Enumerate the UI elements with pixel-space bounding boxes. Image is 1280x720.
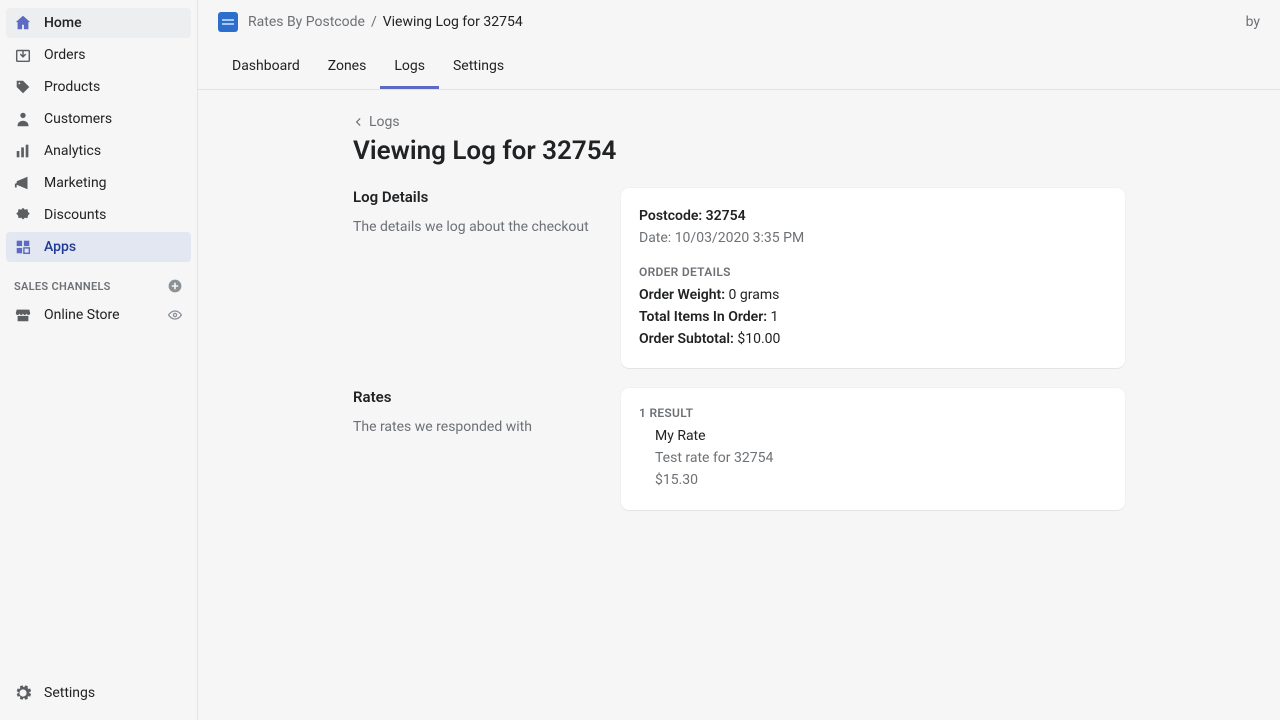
- add-channel-button[interactable]: [167, 278, 183, 294]
- sidebar-item-discounts[interactable]: Discounts: [6, 200, 191, 230]
- sidebar-item-label: Marketing: [44, 175, 107, 191]
- sidebar-item-products[interactable]: Products: [6, 72, 191, 102]
- breadcrumb-app[interactable]: Rates By Postcode: [248, 14, 365, 30]
- app-icon: [218, 12, 238, 32]
- sidebar-item-label: Apps: [44, 239, 76, 255]
- rate-item: My Rate Test rate for 32754 $15.30: [639, 426, 1107, 491]
- sidebar-item-label: Customers: [44, 111, 112, 127]
- log-details-card: Postcode: 32754 Date: 10/03/2020 3:35 PM…: [621, 188, 1125, 368]
- sidebar-item-home[interactable]: Home: [6, 8, 191, 38]
- inbox-icon: [14, 46, 32, 64]
- chevron-left-icon: [353, 116, 365, 128]
- main-content: Rates By Postcode / Viewing Log for 3275…: [198, 0, 1280, 720]
- tab-zones[interactable]: Zones: [314, 44, 381, 89]
- rates-heading: Rates: [353, 388, 601, 406]
- rate-desc: Test rate for 32754: [655, 448, 1107, 470]
- sidebar-item-label: Discounts: [44, 207, 106, 223]
- tabbar: Dashboard Zones Logs Settings: [198, 44, 1280, 90]
- postcode-value: 32754: [706, 208, 746, 224]
- result-count: 1 RESULT: [639, 406, 1107, 420]
- sidebar-item-online-store[interactable]: Online Store: [6, 300, 191, 330]
- sidebar-item-label: Home: [44, 15, 82, 31]
- date-value: 10/03/2020 3:35 PM: [675, 230, 805, 246]
- sidebar-section-header: SALES CHANNELS: [0, 264, 197, 300]
- sidebar-item-analytics[interactable]: Analytics: [6, 136, 191, 166]
- topbar: Rates By Postcode / Viewing Log for 3275…: [198, 0, 1280, 44]
- tab-settings[interactable]: Settings: [439, 44, 518, 89]
- megaphone-icon: [14, 174, 32, 192]
- breadcrumb-page: Viewing Log for 32754: [383, 14, 523, 30]
- breadcrumb-sep: /: [371, 14, 377, 30]
- date-label: Date:: [639, 230, 671, 246]
- subtotal-label: Order Subtotal:: [639, 331, 734, 347]
- topbar-byline: by: [1246, 14, 1260, 30]
- view-store-button[interactable]: [167, 307, 183, 323]
- tab-dashboard[interactable]: Dashboard: [218, 44, 314, 89]
- store-icon: [14, 306, 32, 324]
- postcode-label: Postcode:: [639, 208, 702, 224]
- sidebar-item-marketing[interactable]: Marketing: [6, 168, 191, 198]
- sidebar-item-label: Analytics: [44, 143, 101, 159]
- person-icon: [14, 110, 32, 128]
- sidebar-item-customers[interactable]: Customers: [6, 104, 191, 134]
- backlink-label: Logs: [369, 114, 400, 130]
- tag-icon: [14, 78, 32, 96]
- apps-icon: [14, 238, 32, 256]
- analytics-icon: [14, 142, 32, 160]
- items-label: Total Items In Order:: [639, 309, 767, 325]
- subtotal-value: $10.00: [737, 331, 780, 347]
- tab-logs[interactable]: Logs: [380, 44, 439, 89]
- sidebar-item-apps[interactable]: Apps: [6, 232, 191, 262]
- rates-desc: The rates we responded with: [353, 418, 601, 438]
- sidebar-item-orders[interactable]: Orders: [6, 40, 191, 70]
- discount-icon: [14, 206, 32, 224]
- weight-label: Order Weight:: [639, 287, 725, 303]
- sidebar-item-label: Orders: [44, 47, 86, 63]
- rate-name: My Rate: [655, 426, 1107, 448]
- home-icon: [14, 14, 32, 32]
- page-title: Viewing Log for 32754: [353, 136, 1125, 166]
- log-details-heading: Log Details: [353, 188, 601, 206]
- sidebar-item-label: Settings: [44, 685, 95, 701]
- sidebar-item-label: Products: [44, 79, 100, 95]
- order-details-heading: ORDER DETAILS: [639, 265, 1107, 279]
- sidebar-item-label: Online Store: [44, 307, 120, 323]
- sales-channels-title: SALES CHANNELS: [14, 280, 111, 293]
- back-to-logs-link[interactable]: Logs: [353, 114, 400, 130]
- rate-price: $15.30: [655, 470, 1107, 492]
- gear-icon: [14, 684, 32, 702]
- rates-card: 1 RESULT My Rate Test rate for 32754 $15…: [621, 388, 1125, 509]
- sidebar: Home Orders Products Customers: [0, 0, 198, 720]
- log-details-desc: The details we log about the checkout: [353, 218, 601, 238]
- items-value: 1: [771, 309, 779, 325]
- sidebar-item-settings[interactable]: Settings: [6, 678, 191, 708]
- weight-value: 0 grams: [729, 287, 780, 303]
